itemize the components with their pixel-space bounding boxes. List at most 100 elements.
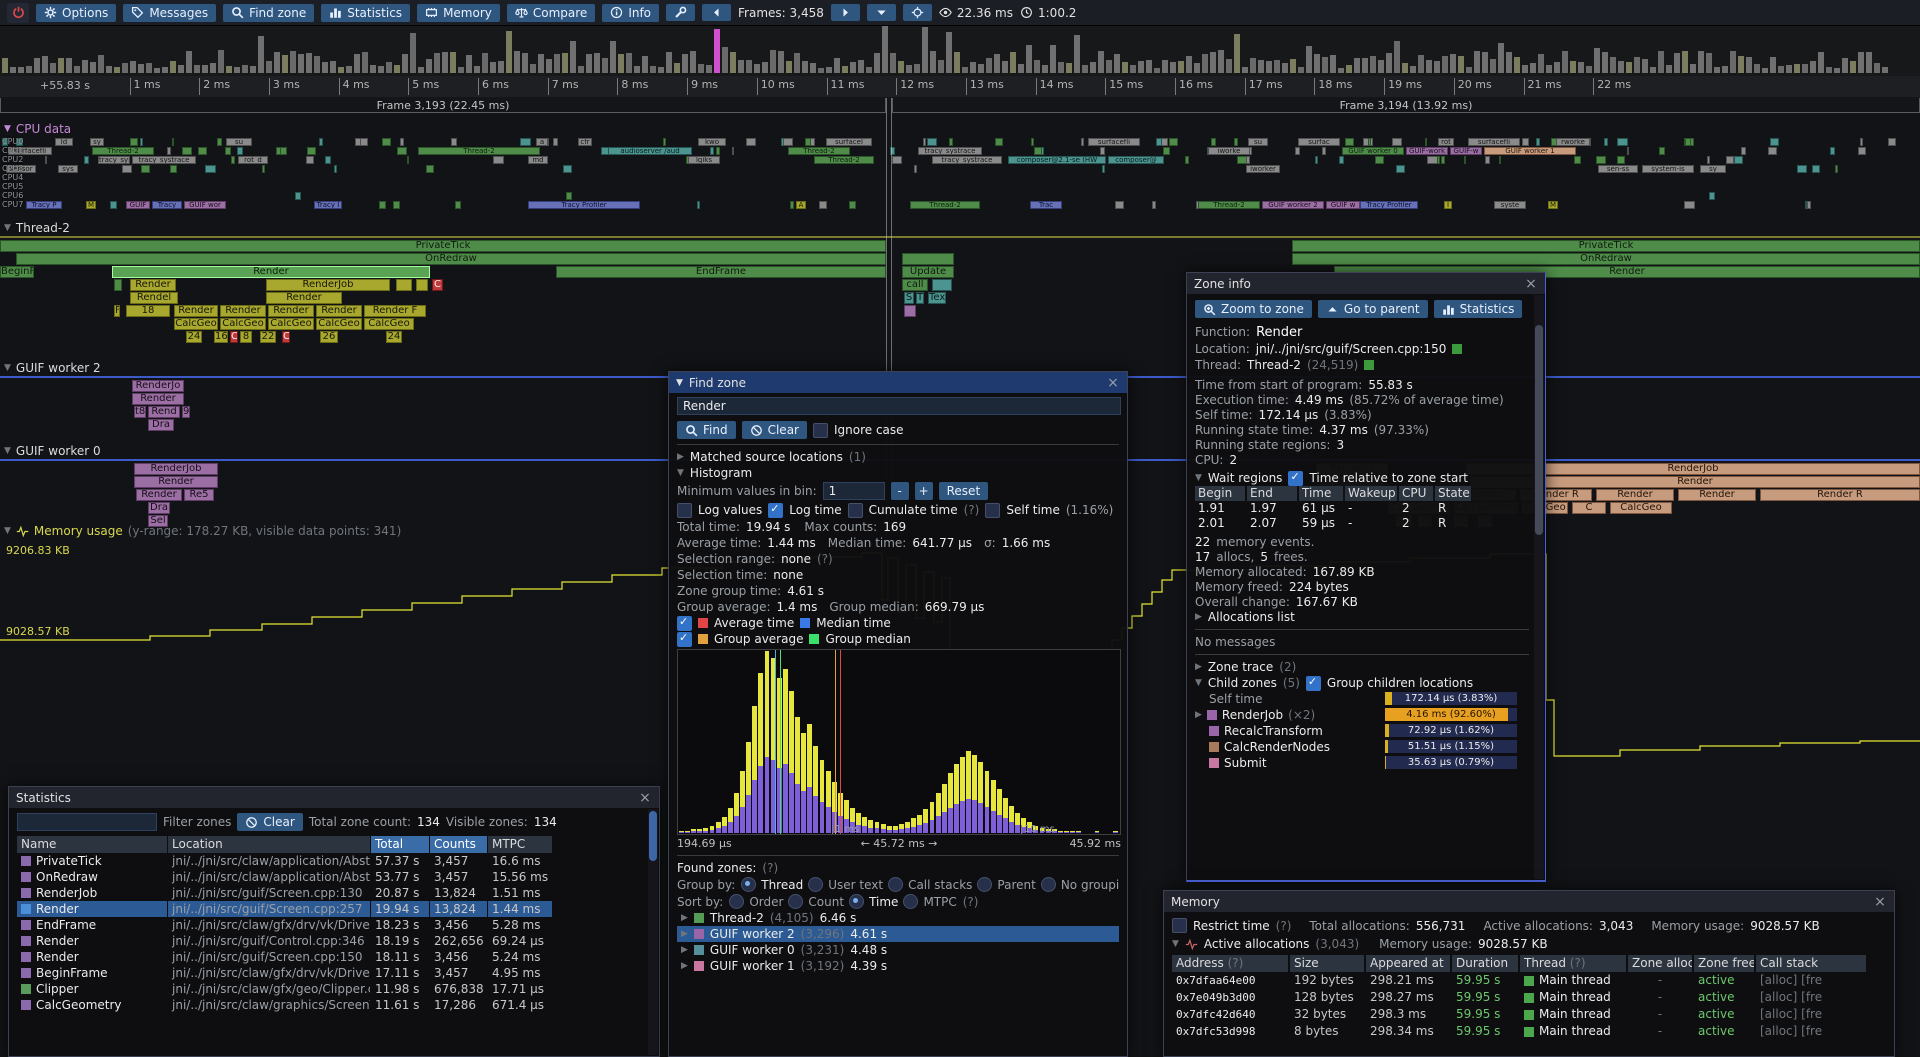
frame-bar[interactable]: [498, 61, 504, 73]
timeline-zone[interactable]: iworke: [1208, 147, 1250, 155]
cpu-zone[interactable]: [1485, 156, 1490, 164]
frame-bar[interactable]: [1122, 62, 1128, 73]
timeline-zone[interactable]: GUIF worker 0: [1342, 147, 1404, 155]
find-button[interactable]: Find: [677, 421, 736, 439]
timeline-zone[interactable]: F: [114, 305, 120, 317]
cpu-zone[interactable]: [1604, 138, 1608, 146]
cpu-zone[interactable]: [1770, 138, 1778, 146]
cpu-zone[interactable]: [1246, 156, 1250, 164]
cpu-zone[interactable]: [697, 201, 701, 209]
decrease-button[interactable]: -: [891, 482, 909, 500]
frame-bar[interactable]: [946, 32, 952, 73]
cpu-zone[interactable]: [1685, 138, 1692, 146]
frame-time-strip[interactable]: [0, 26, 1920, 77]
frame-bar[interactable]: [978, 64, 984, 73]
frame-bar[interactable]: [762, 62, 768, 73]
frame-bar[interactable]: [26, 66, 32, 73]
close-icon[interactable]: ×: [638, 790, 652, 806]
timeline-zone[interactable]: Thread-2: [418, 147, 540, 155]
frame-bar[interactable]: [778, 51, 784, 73]
timeline-zone[interactable]: [114, 279, 122, 291]
timeline-zone[interactable]: RenderJob: [266, 279, 390, 291]
frame-bar[interactable]: [714, 29, 720, 73]
timeline-zone[interactable]: C: [432, 279, 443, 291]
frame-bar[interactable]: [866, 67, 872, 73]
timeline-zone[interactable]: 24: [186, 331, 202, 343]
table-row[interactable]: Renderjni/../jni/src/guif/Screen.cpp:257…: [17, 901, 651, 917]
filter-input[interactable]: [17, 813, 157, 831]
timeline-zone[interactable]: call: [902, 279, 928, 291]
frame-bar[interactable]: [1842, 58, 1848, 73]
timeline-zone[interactable]: lgiks: [688, 156, 720, 164]
column-header[interactable]: Zone free: [1694, 955, 1754, 972]
frame-bar[interactable]: [58, 58, 64, 73]
timeline-zone[interactable]: 24: [386, 331, 402, 343]
frame-bar[interactable]: [258, 36, 264, 73]
radio-time[interactable]: [849, 894, 864, 909]
allocations-list-row[interactable]: ▶ Allocations list: [1195, 609, 1529, 625]
zoom-to-zone-button[interactable]: Zoom to zone: [1195, 300, 1312, 318]
frame-bar[interactable]: [930, 51, 936, 73]
frame-bar[interactable]: [1146, 60, 1152, 73]
timeline-zone[interactable]: Tracy I: [314, 201, 342, 209]
frame-bar[interactable]: [1818, 52, 1824, 73]
frame-bar[interactable]: [1714, 67, 1720, 73]
frame-bar[interactable]: [1642, 59, 1648, 73]
frame-bar[interactable]: [1682, 51, 1688, 73]
next-frame-button[interactable]: [831, 4, 860, 21]
frame-bar[interactable]: [690, 51, 696, 73]
frame-bar[interactable]: [954, 52, 960, 73]
timeline-zone[interactable]: CalcGeo: [220, 318, 266, 330]
timeline-zone[interactable]: GUIF-w: [1450, 147, 1482, 155]
column-header[interactable]: Duration: [1452, 955, 1518, 972]
radio-no-groupi[interactable]: [1041, 877, 1056, 892]
frame-bar[interactable]: [474, 66, 480, 73]
alloc-row[interactable]: 0x7e049b3d00128 bytes298.27 ms59.95 sMai…: [1172, 989, 1886, 1006]
alloc-row[interactable]: 0x7dfc53d9988 bytes298.34 ms59.95 sMain …: [1172, 1023, 1886, 1040]
timeline-zone[interactable]: Render: [134, 476, 218, 488]
cpu-zone[interactable]: [746, 138, 756, 146]
frame-bar[interactable]: [1130, 65, 1136, 73]
frame-bar[interactable]: [274, 52, 280, 73]
help-icon[interactable]: (?): [963, 895, 979, 909]
timeline-zone[interactable]: Tex: [928, 292, 946, 304]
toolbar-button-options[interactable]: Options: [36, 4, 116, 22]
frame-bar[interactable]: [1018, 64, 1024, 73]
child-zone-row[interactable]: CalcRenderNodes51.51 µs (1.15%): [1195, 739, 1529, 754]
column-header[interactable]: Location: [168, 836, 370, 853]
cpu-data-header[interactable]: ▼ CPU data: [4, 122, 71, 136]
frame-bar[interactable]: [234, 67, 240, 73]
toolbar-button-messages[interactable]: Messages: [123, 4, 216, 22]
tools-button[interactable]: [666, 4, 695, 21]
cpu-zone[interactable]: [426, 165, 434, 173]
frame-bar[interactable]: [458, 67, 464, 73]
cpu-zone[interactable]: [1081, 138, 1084, 146]
frame-bar[interactable]: [570, 41, 576, 73]
frame-bar[interactable]: [74, 66, 80, 73]
frame-bar[interactable]: [2, 58, 8, 73]
cpu-zone[interactable]: [1741, 147, 1746, 155]
timeline-zone[interactable]: Render: [132, 393, 184, 405]
collapse-icon[interactable]: ▼: [677, 468, 684, 478]
cpu-zone[interactable]: [225, 147, 231, 155]
frame-bar[interactable]: [578, 66, 584, 73]
frame-bar[interactable]: [1706, 53, 1712, 73]
timeline-zone[interactable]: su: [1248, 138, 1268, 146]
frame-bar[interactable]: [1834, 68, 1840, 73]
frame-bar[interactable]: [1802, 64, 1808, 73]
toolbar-button-find-zone[interactable]: Find zone: [223, 4, 314, 22]
frame-bar[interactable]: [1114, 54, 1120, 73]
expand-icon[interactable]: ▶: [1195, 710, 1202, 720]
timeline-zone[interactable]: md: [528, 156, 548, 164]
frame-bar[interactable]: [410, 33, 416, 74]
frame-bar[interactable]: [322, 62, 328, 73]
frame-bar[interactable]: [610, 41, 616, 73]
timeline-zone[interactable]: Render: [266, 292, 342, 304]
frame-bar[interactable]: [1282, 63, 1288, 73]
cpu-zone[interactable]: [663, 138, 666, 146]
frame-bar[interactable]: [1058, 62, 1064, 73]
table-row[interactable]: CalcGeometryjni/../jni/src/claw/graphics…: [17, 997, 651, 1013]
frame-bar[interactable]: [1266, 61, 1272, 73]
collapse-icon[interactable]: ▼: [1195, 678, 1202, 688]
frame-bar[interactable]: [1106, 60, 1112, 73]
